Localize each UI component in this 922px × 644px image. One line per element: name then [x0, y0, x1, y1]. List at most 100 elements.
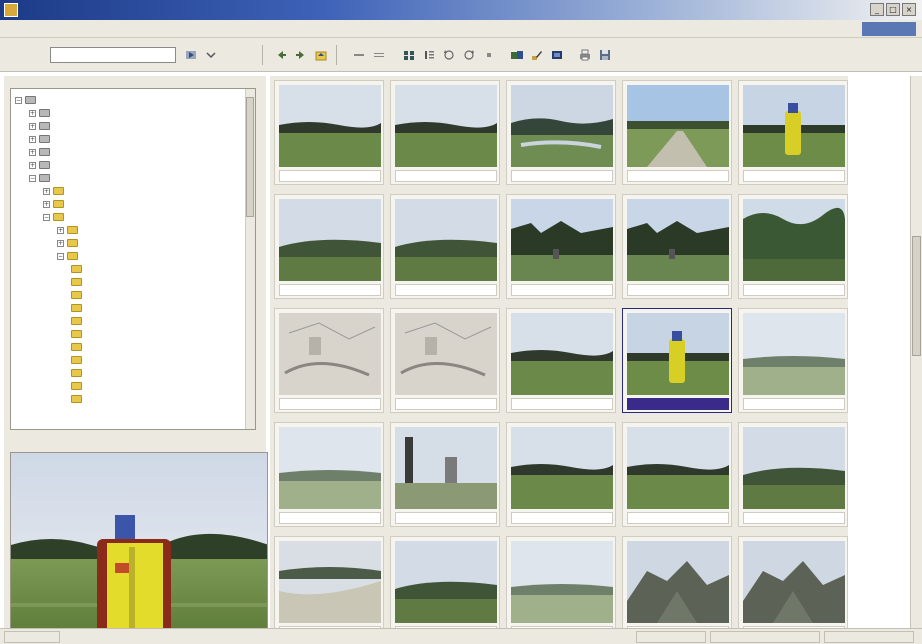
- thumbnail-label: [511, 398, 613, 410]
- thumbnail[interactable]: [390, 80, 500, 185]
- thumbnail[interactable]: [390, 422, 500, 527]
- small-button[interactable]: [480, 46, 498, 64]
- app-logo: [862, 22, 916, 36]
- expand-icon[interactable]: +: [29, 135, 36, 143]
- tree-item[interactable]: +: [29, 147, 53, 157]
- back-button[interactable]: [272, 46, 290, 64]
- gallery-scrollbar[interactable]: [910, 76, 922, 628]
- expand-icon[interactable]: +: [57, 226, 64, 234]
- dash-button[interactable]: [350, 46, 368, 64]
- collapse-icon[interactable]: −: [15, 96, 22, 104]
- thumbnail[interactable]: [738, 308, 848, 413]
- collapse-icon[interactable]: −: [57, 252, 64, 260]
- thumbnail[interactable]: [622, 80, 732, 185]
- print-button[interactable]: [576, 46, 594, 64]
- tree-item[interactable]: [71, 303, 85, 313]
- thumbnail-label: [627, 170, 729, 182]
- forward-button[interactable]: [292, 46, 310, 64]
- thumbnail[interactable]: [506, 308, 616, 413]
- tree-item[interactable]: +: [43, 186, 67, 196]
- dropdown-button[interactable]: [202, 46, 220, 64]
- tree-item[interactable]: −: [57, 251, 81, 261]
- expand-icon[interactable]: +: [29, 122, 36, 130]
- thumbnail[interactable]: [738, 194, 848, 299]
- up-folder-button[interactable]: [312, 46, 330, 64]
- rotate-right-button[interactable]: [460, 46, 478, 64]
- thumbnail[interactable]: [274, 80, 384, 185]
- thumbnail-photo: [627, 313, 729, 395]
- thumbnail[interactable]: [506, 422, 616, 527]
- folder-tree[interactable]: − + + + + + − + + − + + −: [10, 88, 256, 430]
- gallery-scroll-thumb[interactable]: [912, 236, 921, 356]
- expand-icon[interactable]: +: [43, 200, 50, 208]
- tree-item[interactable]: −: [15, 95, 39, 105]
- edit-button[interactable]: [528, 46, 546, 64]
- expand-icon[interactable]: +: [43, 187, 50, 195]
- thumbnail[interactable]: [506, 194, 616, 299]
- tree-item[interactable]: +: [57, 225, 81, 235]
- thumbnail[interactable]: [622, 536, 732, 641]
- folder-icon: [71, 291, 82, 299]
- list-button[interactable]: [370, 46, 388, 64]
- maximize-button[interactable]: □: [886, 3, 900, 16]
- tree-item[interactable]: +: [29, 121, 53, 131]
- thumbnail[interactable]: [390, 308, 500, 413]
- tree-item[interactable]: [71, 355, 85, 365]
- thumbnail[interactable]: [274, 536, 384, 641]
- thumbnail[interactable]: [738, 422, 848, 527]
- thumbnail[interactable]: [738, 536, 848, 641]
- tree-item[interactable]: +: [43, 199, 67, 209]
- status-left: [4, 631, 60, 643]
- thumbnail[interactable]: [274, 422, 384, 527]
- tree-item[interactable]: [71, 316, 85, 326]
- thumbnail[interactable]: [506, 80, 616, 185]
- thumbnail[interactable]: [622, 308, 732, 413]
- tree-item[interactable]: +: [29, 108, 53, 118]
- rotate-left-button[interactable]: [440, 46, 458, 64]
- thumbnail[interactable]: [274, 308, 384, 413]
- thumbnail-photo: [279, 541, 381, 623]
- tree-item[interactable]: [71, 290, 85, 300]
- expand-icon[interactable]: +: [29, 161, 36, 169]
- tree-scrollbar[interactable]: [245, 89, 255, 429]
- collapse-icon[interactable]: −: [43, 213, 50, 221]
- expand-icon[interactable]: +: [29, 148, 36, 156]
- close-button[interactable]: ×: [902, 3, 916, 16]
- tree-scroll-thumb[interactable]: [246, 97, 254, 217]
- tree-item[interactable]: [71, 342, 85, 352]
- address-input[interactable]: [50, 47, 176, 63]
- toolbar: [0, 38, 922, 72]
- save-button[interactable]: [596, 46, 614, 64]
- tree-item[interactable]: [71, 264, 85, 274]
- tree-item[interactable]: +: [29, 134, 53, 144]
- tree-item[interactable]: −: [29, 173, 53, 183]
- thumbnail[interactable]: [738, 80, 848, 185]
- thumbnail[interactable]: [274, 194, 384, 299]
- minimize-button[interactable]: _: [870, 3, 884, 16]
- tree-item[interactable]: [71, 394, 85, 404]
- slideshow-button[interactable]: [508, 46, 526, 64]
- thumbnail[interactable]: [390, 536, 500, 641]
- thumbnail-view-button[interactable]: [400, 46, 418, 64]
- thumbnail-photo: [743, 313, 845, 395]
- tree-item[interactable]: −: [43, 212, 67, 222]
- collapse-icon[interactable]: −: [29, 174, 36, 182]
- tree-item[interactable]: [71, 368, 85, 378]
- go-button[interactable]: [182, 46, 200, 64]
- tree-item[interactable]: [71, 381, 85, 391]
- tree-item[interactable]: +: [57, 238, 81, 248]
- expand-icon[interactable]: +: [57, 239, 64, 247]
- expand-icon[interactable]: +: [29, 109, 36, 117]
- tree-item[interactable]: +: [29, 160, 53, 170]
- tree-item[interactable]: [71, 277, 85, 287]
- details-view-button[interactable]: [420, 46, 438, 64]
- folder-icon: [53, 187, 64, 195]
- thumbnail[interactable]: [622, 194, 732, 299]
- tree-item[interactable]: [71, 329, 85, 339]
- thumbnail[interactable]: [390, 194, 500, 299]
- thumbnail[interactable]: [506, 536, 616, 641]
- thumbnail[interactable]: [622, 422, 732, 527]
- computer-icon: [25, 96, 36, 104]
- thumbnail-label: [743, 284, 845, 296]
- photo-button[interactable]: [548, 46, 566, 64]
